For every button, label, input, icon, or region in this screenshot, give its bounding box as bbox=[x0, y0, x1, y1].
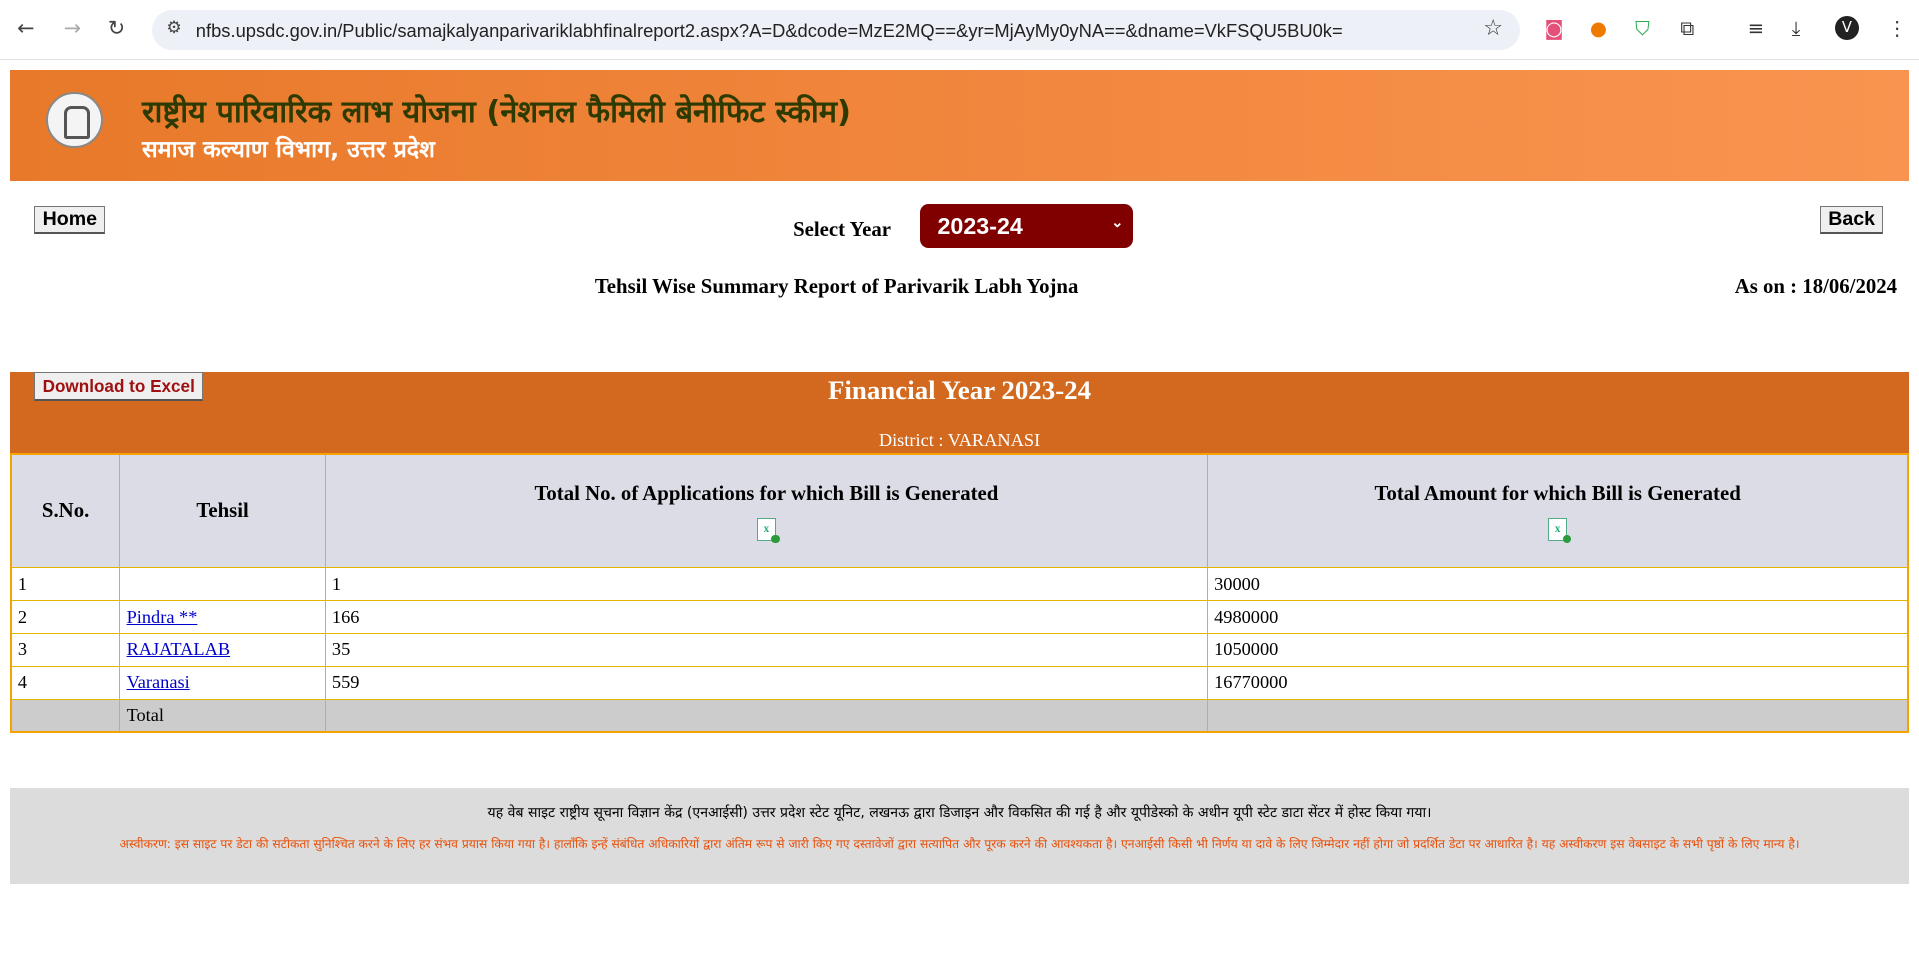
as-on-date: As on : 18/06/2024 bbox=[1734, 275, 1898, 299]
bookmark-star-icon[interactable]: ☆ bbox=[1483, 16, 1503, 41]
excel-export-icon[interactable]: x bbox=[756, 517, 780, 543]
tehsil-link[interactable]: Varanasi bbox=[127, 672, 190, 692]
download-excel-button[interactable]: Download to Excel bbox=[34, 372, 204, 401]
chevron-down-icon: ⌄ bbox=[1111, 215, 1124, 232]
col-amount-label: Total Amount for which Bill is Generated bbox=[1374, 481, 1741, 505]
browser-toolbar: ← → ↻ ⚙ nfbs.upsdc.gov.in/Public/samajka… bbox=[0, 0, 1919, 60]
cell-sno: 1 bbox=[10, 567, 121, 602]
col-applications: Total No. of Applications for which Bill… bbox=[324, 453, 1208, 569]
forward-arrow-icon[interactable]: → bbox=[64, 16, 81, 40]
report-header: Financial Year 2023-24 District : VARANA… bbox=[9, 372, 1910, 453]
shield-extension-icon[interactable]: ⛉ bbox=[1635, 17, 1650, 40]
reload-icon[interactable]: ↻ bbox=[108, 16, 125, 40]
excel-export-icon[interactable]: x bbox=[1548, 517, 1571, 543]
cell-sno: 3 bbox=[10, 633, 121, 667]
cell-amount: 1050000 bbox=[1207, 633, 1909, 667]
col-sno: S.No. bbox=[10, 453, 121, 569]
table-row: 3 RAJATALAB 35 1050000 bbox=[10, 633, 1909, 667]
select-year-label: Select Year bbox=[793, 217, 892, 241]
extensions-puzzle-icon[interactable]: ⧉ bbox=[1680, 17, 1694, 40]
up-govt-logo bbox=[46, 91, 103, 149]
col-applications-label: Total No. of Applications for which Bill… bbox=[534, 481, 999, 505]
total-row: Total bbox=[10, 698, 1909, 733]
table-row: 2 Pindra ** 166 4980000 bbox=[10, 600, 1909, 635]
back-arrow-icon[interactable]: ← bbox=[17, 16, 34, 40]
col-amount: Total Amount for which Bill is Generated… bbox=[1207, 453, 1909, 569]
media-control-icon[interactable]: ≡ bbox=[1748, 17, 1764, 40]
year-select-value: 2023-24 bbox=[937, 212, 1023, 239]
financial-year: Financial Year 2023-24 bbox=[827, 374, 1092, 405]
cell-amount: 4980000 bbox=[1207, 600, 1909, 635]
home-button[interactable]: Home bbox=[34, 205, 106, 235]
site-subtitle: समाज कल्याण विभाग, उत्तर प्रदेश bbox=[141, 136, 435, 164]
cell-amount: 30000 bbox=[1207, 567, 1909, 602]
cell-amount: 16770000 bbox=[1207, 665, 1909, 700]
back-button[interactable]: Back bbox=[1819, 205, 1884, 235]
footer-disclaimer: अस्वीकरण: इस साइट पर डेटा की सटीकता सुनि… bbox=[119, 836, 1800, 851]
table-row: 4 Varanasi 559 16770000 bbox=[10, 665, 1909, 700]
footer-credit: यह वेब साइट राष्ट्रीय सूचना विज्ञान केंद… bbox=[487, 804, 1432, 821]
cell-empty bbox=[10, 698, 121, 733]
footer: यह वेब साइट राष्ट्रीय सूचना विज्ञान केंद… bbox=[9, 788, 1910, 884]
tehsil-summary-table: S.No. Tehsil Total No. of Applications f… bbox=[9, 452, 1910, 734]
cell-empty bbox=[1207, 698, 1909, 733]
year-select[interactable]: 2023-24 ⌄ bbox=[920, 204, 1134, 249]
site-title: राष्ट्रीय पारिवारिक लाभ योजना (नेशनल फैम… bbox=[141, 95, 852, 131]
site-banner: राष्ट्रीय पारिवारिक लाभ योजना (नेशनल फैम… bbox=[9, 69, 1910, 182]
site-info-icon[interactable]: ⚙ bbox=[166, 18, 181, 38]
report-title: Tehsil Wise Summary Report of Parivarik … bbox=[594, 275, 1079, 299]
cell-applications: 166 bbox=[324, 600, 1208, 635]
cell-empty bbox=[324, 698, 1208, 733]
cell-sno: 4 bbox=[10, 665, 121, 700]
tehsil-link[interactable]: RAJATALAB bbox=[127, 639, 231, 659]
col-tehsil: Tehsil bbox=[119, 453, 326, 569]
district-label: District : VARANASI bbox=[878, 429, 1041, 450]
cell-applications: 559 bbox=[324, 665, 1208, 700]
cell-sno: 2 bbox=[10, 600, 121, 635]
table-row: 1 1 30000 bbox=[10, 567, 1909, 602]
cell-applications: 1 bbox=[324, 567, 1208, 602]
address-bar[interactable]: ⚙ nfbs.upsdc.gov.in/Public/samajkalyanpa… bbox=[151, 9, 1521, 51]
cell-tehsil bbox=[119, 567, 326, 602]
extension-icon[interactable]: ◙ bbox=[1545, 17, 1564, 40]
url-text[interactable]: nfbs.upsdc.gov.in/Public/samajkalyanpari… bbox=[196, 20, 1343, 42]
total-label: Total bbox=[119, 698, 326, 733]
download-icon[interactable]: ⤓ bbox=[1792, 17, 1801, 40]
cell-applications: 35 bbox=[324, 633, 1208, 667]
extension-icon[interactable]: ● bbox=[1590, 17, 1607, 40]
tehsil-link[interactable]: Pindra ** bbox=[127, 607, 198, 627]
table-header-row: S.No. Tehsil Total No. of Applications f… bbox=[10, 453, 1909, 569]
profile-avatar[interactable]: V bbox=[1834, 15, 1860, 41]
menu-kebab-icon[interactable]: ⋮ bbox=[1887, 17, 1907, 40]
